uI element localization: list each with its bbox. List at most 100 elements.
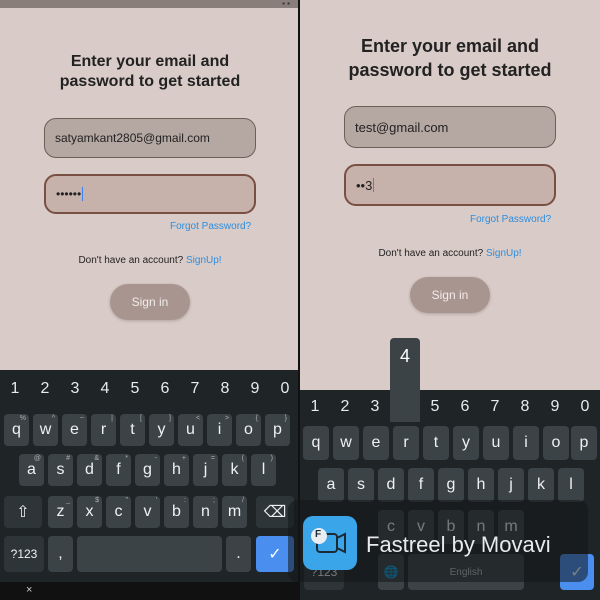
key-h[interactable]: h: [468, 468, 494, 502]
check-icon: ✓: [268, 546, 282, 563]
sign-in-button[interactable]: Sign in: [410, 277, 490, 313]
key-2[interactable]: 2: [30, 380, 60, 398]
key-s[interactable]: s #: [48, 454, 73, 486]
key-u[interactable]: u: [483, 426, 509, 460]
key-row-1: q% w ^ e ~ r | t[ y] u < i > o{ p}: [0, 414, 300, 446]
status-icons: ▪ ▪: [282, 0, 290, 8]
key-3[interactable]: 3: [360, 398, 390, 416]
key-p[interactable]: p}: [265, 414, 290, 446]
key-9[interactable]: 9: [540, 398, 570, 416]
key-k[interactable]: k(: [222, 454, 247, 486]
key-z[interactable]: z _: [48, 496, 73, 528]
signup-row: Don't have an account? SignUp!: [300, 248, 600, 259]
key-i[interactable]: i: [513, 426, 539, 460]
key-1[interactable]: 1: [300, 398, 330, 416]
key-s[interactable]: s: [348, 468, 374, 502]
title-line-2: password to get started: [348, 60, 552, 80]
forgot-password-link[interactable]: Forgot Password?: [170, 221, 251, 232]
key-q[interactable]: q%: [4, 414, 29, 446]
key-u[interactable]: u <: [178, 414, 203, 446]
signup-link[interactable]: SignUp!: [186, 255, 222, 266]
key-h[interactable]: h +: [164, 454, 189, 486]
key-d[interactable]: d &: [77, 454, 102, 486]
key-i[interactable]: i >: [207, 414, 232, 446]
key-l[interactable]: l: [558, 468, 584, 502]
signup-link[interactable]: SignUp!: [486, 248, 522, 259]
key-e[interactable]: e ~: [62, 414, 87, 446]
nav-bar: ×: [0, 582, 300, 600]
key-l[interactable]: l): [251, 454, 276, 486]
key-0[interactable]: 0: [570, 398, 600, 416]
email-field[interactable]: satyamkant2805@gmail.com: [44, 118, 256, 158]
key-o[interactable]: o: [543, 426, 569, 460]
close-icon[interactable]: ×: [26, 584, 32, 596]
key-9[interactable]: 9: [240, 380, 270, 398]
key-o[interactable]: o{: [236, 414, 261, 446]
backspace-icon: ⌫: [263, 504, 287, 521]
key-y[interactable]: y]: [149, 414, 174, 446]
fastreel-logo: F: [303, 516, 357, 570]
key-x[interactable]: x $: [77, 496, 102, 528]
symbols-key[interactable]: ?123: [4, 536, 44, 572]
key-w[interactable]: w ^: [33, 414, 58, 446]
key-5[interactable]: 5: [120, 380, 150, 398]
password-value: ••3: [356, 177, 373, 193]
key-y[interactable]: y: [453, 426, 479, 460]
number-row: 1 2 3 4 5 6 7 8 9 0: [0, 380, 300, 398]
key-r[interactable]: r: [393, 426, 419, 460]
space-key[interactable]: [77, 536, 222, 572]
video-camera-icon: [311, 528, 346, 554]
signup-row: Don't have an account? SignUp!: [0, 255, 300, 266]
key-q[interactable]: q: [303, 426, 329, 460]
status-bar: ▪ ▪: [0, 0, 300, 8]
key-k[interactable]: k: [528, 468, 554, 502]
email-field[interactable]: test@gmail.com: [344, 106, 556, 148]
key-e[interactable]: e: [363, 426, 389, 460]
key-a[interactable]: a: [318, 468, 344, 502]
key-w[interactable]: w: [333, 426, 359, 460]
key-j[interactable]: j: [498, 468, 524, 502]
keyboard: 1 2 3 4 5 6 7 8 9 0 q% w ^ e ~ r | t[ y] u <…: [0, 370, 300, 582]
password-field[interactable]: ••••••: [44, 174, 256, 214]
key-6[interactable]: 6: [150, 380, 180, 398]
comma-key[interactable]: ,: [48, 536, 73, 572]
title-line-2: password to get started: [59, 73, 241, 90]
key-a[interactable]: a @: [19, 454, 44, 486]
key-t[interactable]: t: [423, 426, 449, 460]
key-row-2: a @ s # d & f * g- h + j = k( l): [0, 454, 300, 486]
key-3[interactable]: 3: [60, 380, 90, 398]
key-7[interactable]: 7: [180, 380, 210, 398]
key-g[interactable]: g: [438, 468, 464, 502]
key-f[interactable]: f *: [106, 454, 131, 486]
shift-key[interactable]: ⇧: [4, 496, 42, 528]
left-screen: ▪ ▪ Enter your email and password to get…: [0, 0, 300, 600]
key-8[interactable]: 8: [210, 380, 240, 398]
key-6[interactable]: 6: [450, 398, 480, 416]
key-row-4: ?123 , . ✓: [0, 536, 300, 572]
key-r[interactable]: r |: [91, 414, 116, 446]
key-n[interactable]: n;: [193, 496, 218, 528]
key-t[interactable]: t[: [120, 414, 145, 446]
key-7[interactable]: 7: [480, 398, 510, 416]
key-4[interactable]: 4: [90, 380, 120, 398]
key-b[interactable]: b:: [164, 496, 189, 528]
shift-icon: ⇧: [16, 504, 30, 521]
key-m[interactable]: m /: [222, 496, 247, 528]
period-key[interactable]: .: [226, 536, 251, 572]
key-c[interactable]: c ": [106, 496, 131, 528]
key-d[interactable]: d: [378, 468, 404, 502]
key-8[interactable]: 8: [510, 398, 540, 416]
password-field[interactable]: ••3: [344, 164, 556, 206]
key-1[interactable]: 1: [0, 380, 30, 398]
email-value: test@gmail.com: [355, 119, 449, 135]
key-g[interactable]: g-: [135, 454, 160, 486]
key-2[interactable]: 2: [330, 398, 360, 416]
sign-in-button[interactable]: Sign in: [110, 284, 190, 320]
key-p[interactable]: p: [571, 426, 597, 460]
key-f[interactable]: f: [408, 468, 434, 502]
key-0[interactable]: 0: [270, 380, 300, 398]
key-5[interactable]: 5: [420, 398, 450, 416]
forgot-password-link[interactable]: Forgot Password?: [470, 214, 551, 225]
key-v[interactable]: v ': [135, 496, 160, 528]
key-j[interactable]: j =: [193, 454, 218, 486]
